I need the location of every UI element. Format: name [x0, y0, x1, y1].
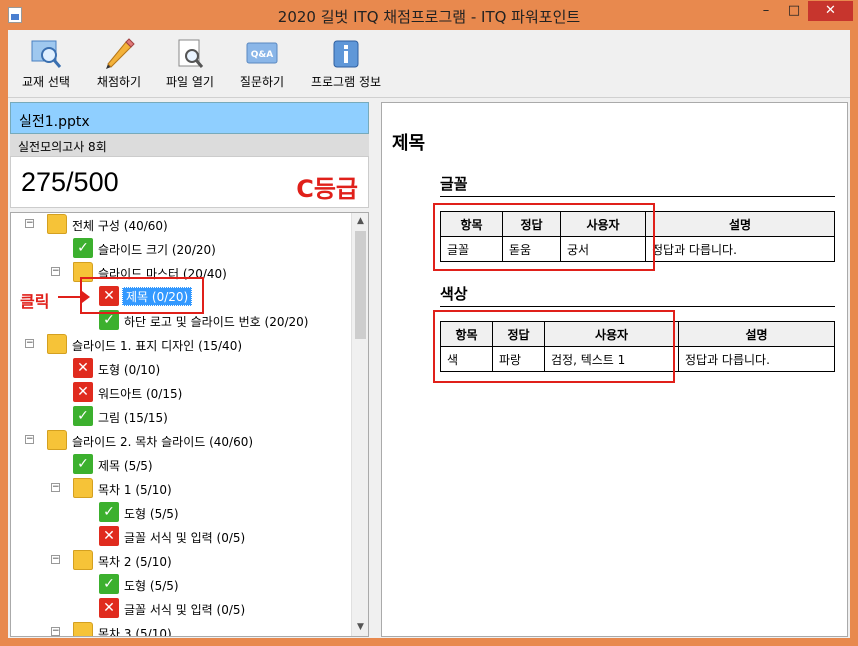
exam-name: 실전모의고사 8회 — [10, 134, 369, 156]
folder-icon — [47, 334, 67, 354]
tree-item-label: 전체 구성 (40/60) — [72, 219, 168, 233]
tree-item-label: 슬라이드 크기 (20/20) — [98, 243, 216, 257]
close-button[interactable]: ✕ — [808, 1, 853, 21]
error-icon: ✕ — [73, 358, 93, 378]
result-tree[interactable]: ▲ ▼ − 전체 구성 (40/60) ✓ 슬라이드 크기 (20/20) − 슬라이드 … — [10, 212, 369, 637]
score-value: 275/500 — [21, 167, 119, 197]
title-bar[interactable]: 2020 길벗 ITQ 채점프로그램 - ITQ 파워포인트 – □ ✕ — [0, 0, 858, 30]
collapse-toggle-icon[interactable]: − — [51, 483, 60, 492]
open-file-button[interactable]: 파일 열기 — [162, 36, 218, 94]
check-icon: ✓ — [99, 502, 119, 522]
book-search-icon — [29, 38, 63, 70]
folder-icon — [47, 214, 67, 234]
folder-icon — [47, 430, 67, 450]
tree-item-label: 슬라이드 2. 목차 슬라이드 (40/60) — [72, 435, 254, 449]
check-icon: ✓ — [73, 406, 93, 426]
tree-item-label: 목차 2 (5/10) — [98, 555, 172, 569]
scroll-thumb[interactable] — [355, 231, 366, 339]
tree-item-label: 목차 3 (5/10) — [98, 627, 172, 637]
program-info-button[interactable]: 프로그램 정보 — [306, 36, 386, 94]
file-name: 실전1.pptx — [10, 102, 369, 134]
maximize-button[interactable]: □ — [781, 1, 807, 21]
tree-item-label: 제목 (5/5) — [98, 459, 153, 473]
client-area: 교재 선택 채점하기 파일 열기 Q&A 질문하기 프로그램 정보 실전1.pp… — [8, 30, 850, 638]
folder-icon — [73, 478, 93, 498]
collapse-toggle-icon[interactable]: − — [25, 219, 34, 228]
arrow-right-icon — [58, 291, 90, 303]
font-highlight-box — [433, 203, 655, 271]
pencil-icon — [102, 38, 136, 70]
toolbar: 교재 선택 채점하기 파일 열기 Q&A 질문하기 프로그램 정보 — [8, 30, 850, 98]
select-book-button[interactable]: 교재 선택 — [18, 36, 74, 94]
check-icon: ✓ — [73, 454, 93, 474]
program-info-label: 프로그램 정보 — [310, 75, 382, 89]
tree-item-label: 슬라이드 1. 표지 디자인 (15/40) — [72, 339, 243, 353]
cell-desc: 정답과 다릅니다. — [645, 236, 835, 262]
left-pane: 실전1.pptx 실전모의고사 8회 275/500 C등급 ▲ ▼ − 전체 구… — [10, 102, 369, 637]
col-desc: 설명 — [645, 211, 835, 237]
info-icon — [329, 38, 363, 70]
font-section-title: 글꼴 — [440, 173, 835, 197]
qa-icon: Q&A — [245, 38, 279, 70]
cell-desc: 정답과 다릅니다. — [678, 346, 835, 372]
app-window: 2020 길벗 ITQ 채점프로그램 - ITQ 파워포인트 – □ ✕ 교재 … — [0, 0, 858, 646]
collapse-toggle-icon[interactable]: − — [51, 555, 60, 564]
col-desc: 설명 — [678, 321, 835, 347]
right-pane: 제목 글꼴 항목 정답 사용자 설명 글꼴 돋움 궁서 정답과 다릅니다. 색상… — [381, 102, 850, 637]
ask-question-button[interactable]: Q&A 질문하기 — [234, 36, 290, 94]
folder-icon — [73, 622, 93, 636]
collapse-toggle-icon[interactable]: − — [51, 627, 60, 636]
click-label: 클릭 — [20, 292, 50, 311]
error-icon: ✕ — [99, 598, 119, 618]
check-icon: ✓ — [73, 238, 93, 258]
detail-panel: 제목 글꼴 항목 정답 사용자 설명 글꼴 돋움 궁서 정답과 다릅니다. 색상… — [381, 102, 848, 637]
score-box: 275/500 C등급 — [10, 156, 369, 208]
check-icon: ✓ — [99, 574, 119, 594]
scroll-down-icon[interactable]: ▼ — [352, 619, 368, 636]
ask-question-label: 질문하기 — [239, 75, 285, 89]
tree-item-label: 글꼴 서식 및 입력 (0/5) — [124, 603, 246, 617]
file-search-icon — [173, 38, 207, 70]
detail-title: 제목 — [392, 133, 426, 154]
color-highlight-box — [433, 310, 675, 383]
window-title: 2020 길벗 ITQ 채점프로그램 - ITQ 파워포인트 — [277, 8, 581, 26]
tree-item-label: 글꼴 서식 및 입력 (0/5) — [124, 531, 246, 545]
error-icon: ✕ — [99, 526, 119, 546]
folder-icon — [73, 550, 93, 570]
tree-item-label: 도형 (5/5) — [124, 579, 179, 593]
grade-button[interactable]: 채점하기 — [91, 36, 147, 94]
grade-label: 채점하기 — [96, 75, 142, 89]
scroll-up-icon[interactable]: ▲ — [352, 213, 368, 230]
open-file-label: 파일 열기 — [166, 75, 214, 89]
tree-item-label: 그림 (15/15) — [98, 411, 168, 425]
tree-scrollbar[interactable]: ▲ ▼ — [351, 213, 368, 636]
collapse-toggle-icon[interactable]: − — [51, 267, 60, 276]
tree-item-label: 도형 (0/10) — [98, 363, 161, 377]
error-icon: ✕ — [73, 382, 93, 402]
color-section-title: 색상 — [440, 283, 835, 307]
minimize-button[interactable]: – — [753, 1, 779, 21]
tree-item-label: 워드아트 (0/15) — [98, 387, 183, 401]
grade-value: C등급 — [296, 175, 358, 203]
tree-item-label: 하단 로고 및 슬라이드 번호 (20/20) — [124, 315, 309, 329]
collapse-toggle-icon[interactable]: − — [25, 339, 34, 348]
click-highlight-box — [80, 277, 204, 314]
collapse-toggle-icon[interactable]: − — [25, 435, 34, 444]
tree-item-label: 목차 1 (5/10) — [98, 483, 172, 497]
svg-text:Q&A: Q&A — [251, 50, 273, 60]
tree-item-label: 도형 (5/5) — [124, 507, 179, 521]
select-book-label: 교재 선택 — [22, 75, 70, 89]
